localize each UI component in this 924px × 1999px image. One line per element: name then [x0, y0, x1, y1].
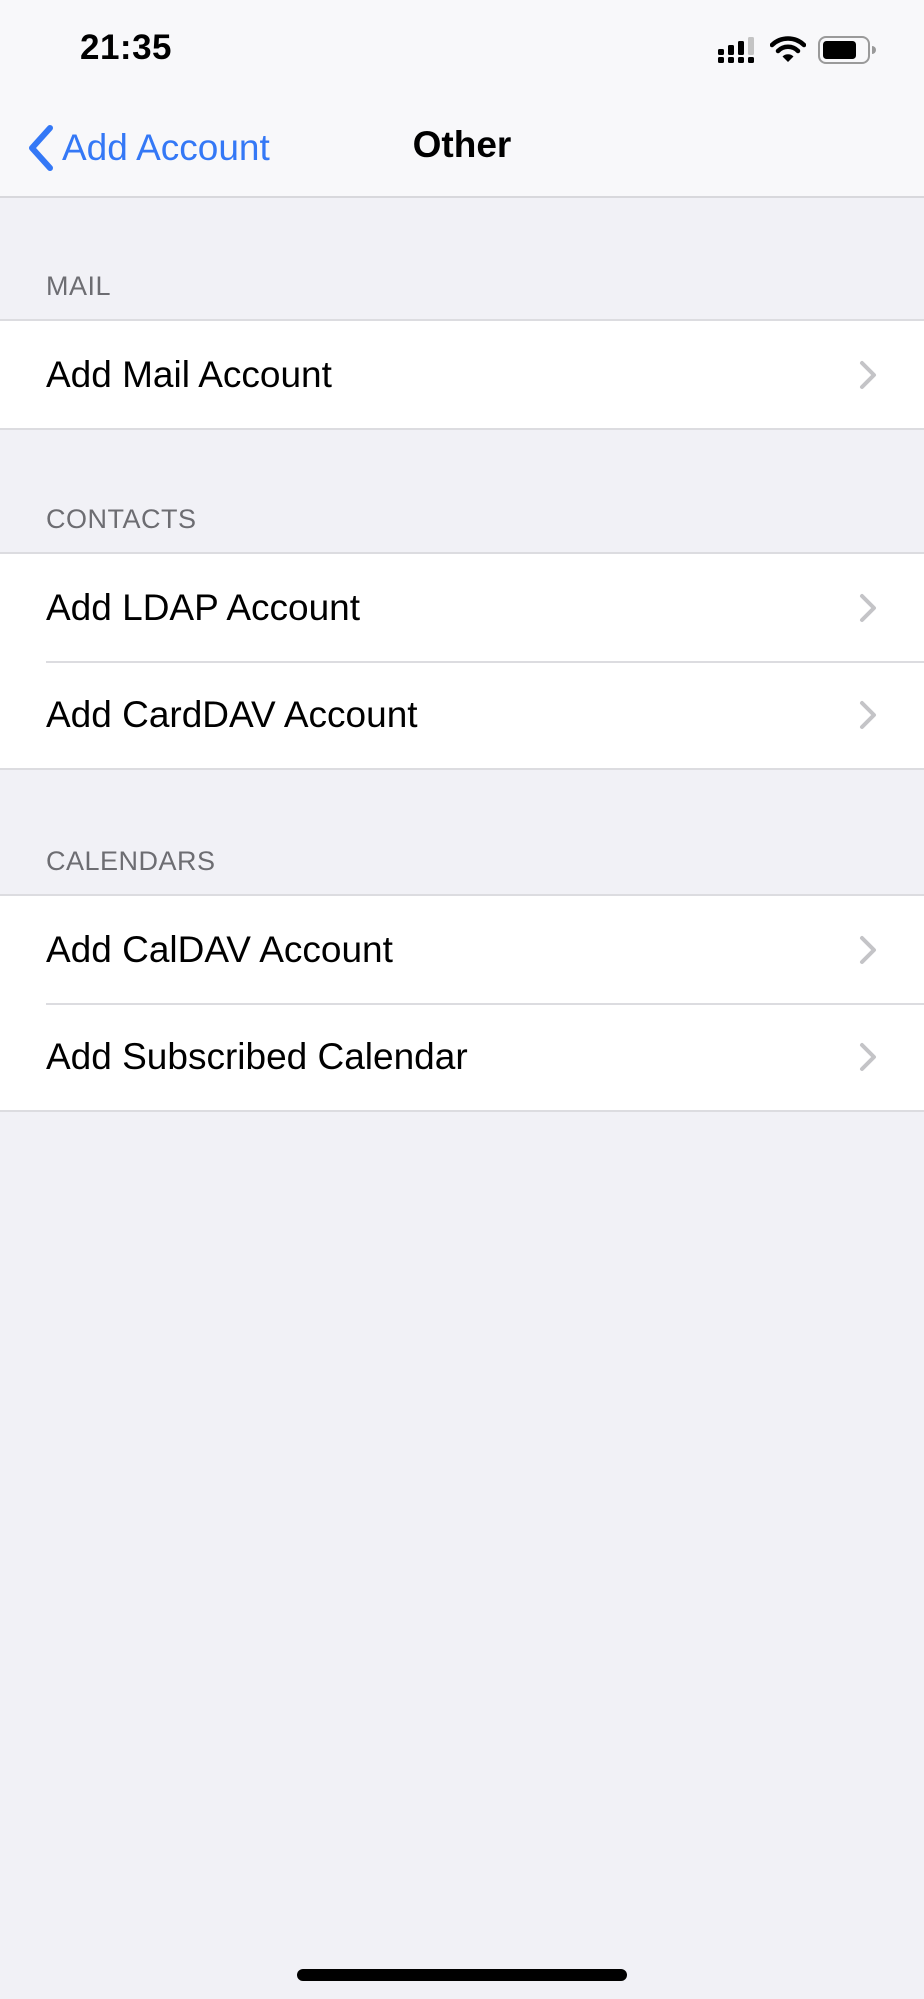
status-time: 21:35	[80, 28, 173, 67]
status-bar: 21:35	[0, 0, 924, 100]
battery-icon	[818, 36, 876, 64]
cellular-signal-icon	[718, 37, 754, 63]
section-group-mail: Add Mail Account	[0, 319, 924, 430]
list-item-add-ldap-account[interactable]: Add LDAP Account	[0, 554, 924, 661]
chevron-right-icon	[860, 701, 876, 729]
home-indicator[interactable]	[297, 1969, 627, 1981]
wifi-icon	[770, 36, 806, 62]
section-header-contacts: CONTACTS	[46, 504, 197, 534]
list-item-label: Add Mail Account	[46, 353, 332, 395]
list-item-label: Add CardDAV Account	[46, 693, 418, 735]
section-header-mail: MAIL	[46, 271, 112, 301]
list-item-label: Add LDAP Account	[46, 586, 361, 628]
list-item-add-subscribed-calendar[interactable]: Add Subscribed Calendar	[0, 1003, 924, 1110]
chevron-right-icon	[860, 361, 876, 389]
section-group-calendars: Add CalDAV Account Add Subscribed Calend…	[0, 894, 924, 1112]
chevron-right-icon	[860, 1043, 876, 1071]
section-header-calendars: CALENDARS	[46, 846, 216, 876]
list-item-label: Add Subscribed Calendar	[46, 1035, 468, 1077]
list-item-add-mail-account[interactable]: Add Mail Account	[0, 321, 924, 428]
navigation-bar: Add Account Other	[0, 100, 924, 198]
section-group-contacts: Add LDAP Account Add CardDAV Account	[0, 552, 924, 770]
list-item-add-caldav-account[interactable]: Add CalDAV Account	[0, 896, 924, 1003]
chevron-right-icon	[860, 594, 876, 622]
page-title: Other	[412, 124, 512, 165]
list-item-add-carddav-account[interactable]: Add CardDAV Account	[0, 661, 924, 768]
status-icons	[718, 35, 876, 65]
chevron-right-icon	[860, 936, 876, 964]
list-item-label: Add CalDAV Account	[46, 928, 393, 970]
